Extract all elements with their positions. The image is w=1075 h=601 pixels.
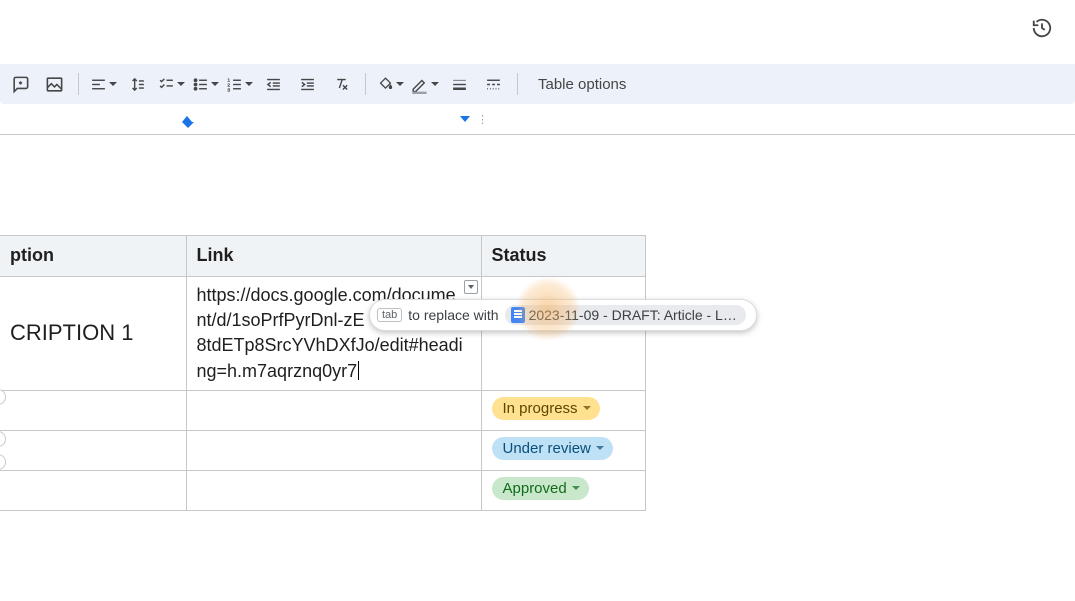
status-chip-approved[interactable]: Approved bbox=[492, 477, 589, 500]
svg-text:1: 1 bbox=[227, 77, 230, 83]
cell-dropdown-icon[interactable] bbox=[464, 280, 478, 294]
clear-formatting-button[interactable] bbox=[327, 70, 355, 98]
column-header-description[interactable]: ption bbox=[0, 236, 186, 277]
document-table: ption Link Status CRIPTION 1 https://doc… bbox=[0, 235, 646, 511]
smart-chip-suggestion[interactable]: tab to replace with 2023-11-09 - DRAFT: … bbox=[369, 299, 757, 331]
align-dropdown[interactable] bbox=[89, 70, 117, 98]
svg-text:2: 2 bbox=[227, 82, 230, 88]
bulleted-list-dropdown[interactable] bbox=[191, 70, 219, 98]
description-cell[interactable] bbox=[0, 430, 186, 470]
border-width-button[interactable] bbox=[445, 70, 473, 98]
link-text-line: nt/d/1soPrfPyrDnl-zE bbox=[197, 310, 365, 330]
status-cell[interactable]: Approved bbox=[481, 470, 645, 510]
status-chip-label: In progress bbox=[503, 400, 578, 417]
column-header-link[interactable]: Link bbox=[186, 236, 481, 277]
description-cell[interactable] bbox=[0, 390, 186, 430]
status-cell[interactable] bbox=[481, 277, 645, 391]
status-chip-under-review[interactable]: Under review bbox=[492, 437, 613, 460]
last-edit-history-button[interactable] bbox=[1027, 13, 1057, 43]
description-cell[interactable]: CRIPTION 1 bbox=[0, 277, 186, 391]
checklist-dropdown[interactable] bbox=[157, 70, 185, 98]
status-chip-label: Under review bbox=[503, 440, 591, 457]
link-cell[interactable]: https://docs.google.com/docume nt/d/1soP… bbox=[186, 277, 481, 391]
link-cell[interactable] bbox=[186, 430, 481, 470]
fill-color-dropdown[interactable] bbox=[376, 70, 404, 98]
ruler: ⋮ bbox=[0, 104, 1075, 135]
status-cell[interactable]: In progress bbox=[481, 390, 645, 430]
border-dash-button[interactable] bbox=[479, 70, 507, 98]
increase-indent-button[interactable] bbox=[293, 70, 321, 98]
suggested-doc-title: 2023-11-09 - DRAFT: Article - L… bbox=[529, 307, 737, 323]
status-chip-in-progress[interactable]: In progress bbox=[492, 397, 600, 420]
description-cell[interactable] bbox=[0, 470, 186, 510]
line-spacing-dropdown[interactable] bbox=[123, 70, 151, 98]
link-text-line: ng=h.m7aqrznq0yr7 bbox=[197, 361, 360, 381]
table-options-button[interactable]: Table options bbox=[528, 76, 636, 93]
docs-icon bbox=[511, 307, 525, 323]
border-color-dropdown[interactable] bbox=[410, 70, 439, 98]
numbered-list-dropdown[interactable]: 123 bbox=[225, 70, 253, 98]
svg-text:3: 3 bbox=[227, 87, 230, 92]
link-cell[interactable] bbox=[186, 470, 481, 510]
indent-marker-right[interactable] bbox=[460, 116, 470, 122]
link-text-line: 8tdETp8SrcYVhDXfJo/edit#headi bbox=[197, 335, 463, 355]
link-cell[interactable] bbox=[186, 390, 481, 430]
column-grip-icon[interactable]: ⋮ bbox=[477, 113, 486, 126]
toolbar: 123 Table options bbox=[0, 64, 1075, 104]
column-header-status[interactable]: Status bbox=[481, 236, 645, 277]
tab-key-badge: tab bbox=[377, 308, 402, 322]
status-chip-label: Approved bbox=[503, 480, 567, 497]
suggested-doc-chip[interactable]: 2023-11-09 - DRAFT: Article - L… bbox=[505, 305, 746, 325]
indent-marker-left[interactable] bbox=[182, 116, 194, 128]
decrease-indent-button[interactable] bbox=[259, 70, 287, 98]
insert-image-button[interactable] bbox=[40, 70, 68, 98]
status-cell[interactable]: Under review bbox=[481, 430, 645, 470]
suggestion-text: to replace with bbox=[408, 307, 498, 323]
comment-button[interactable] bbox=[6, 70, 34, 98]
